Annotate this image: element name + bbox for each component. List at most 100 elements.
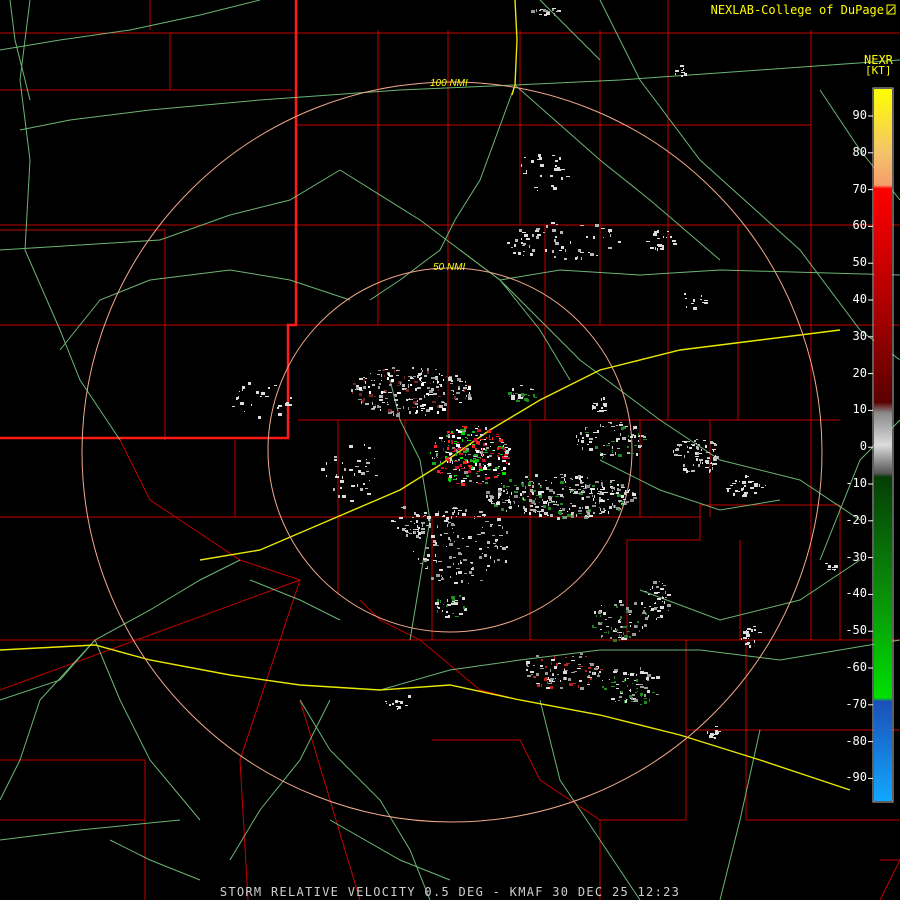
radar-echo-pixel	[248, 382, 251, 385]
radar-echo-pixel	[421, 368, 422, 370]
radar-echo-pixel	[458, 388, 460, 390]
radar-echo-pixel	[552, 8, 556, 9]
radar-echo-pixel	[452, 512, 454, 515]
radar-echo-pixel	[619, 600, 622, 603]
radar-echo-pixel	[492, 524, 493, 525]
radar-echo-pixel	[551, 501, 555, 502]
radar-echo-pixel	[435, 451, 438, 452]
radar-echo-pixel	[453, 394, 454, 395]
radar-echo-pixel	[709, 470, 710, 473]
radar-echo-pixel	[599, 493, 602, 495]
radar-echo-pixel	[545, 672, 548, 675]
radar-echo-pixel	[556, 663, 558, 666]
radar-echo-pixel	[342, 462, 343, 464]
velocity-tick-label: 30	[852, 328, 867, 343]
radar-echo-pixel	[460, 464, 462, 467]
radar-echo-pixel	[436, 574, 440, 577]
radar-echo-pixel	[401, 517, 403, 519]
radar-echo-pixel	[524, 234, 528, 237]
radar-echo-pixel	[551, 185, 554, 187]
radar-echo-pixel	[379, 383, 381, 385]
radar-echo-pixel	[463, 559, 467, 561]
radar-echo-pixel	[458, 552, 461, 555]
radar-echo-pixel	[636, 679, 638, 682]
radar-echo-pixel	[603, 397, 605, 400]
radar-echo-pixel	[672, 240, 676, 242]
radar-echo-pixel	[441, 375, 443, 376]
radar-echo-pixel	[631, 434, 634, 436]
radar-echo-pixel	[358, 470, 361, 473]
radar-echo-pixel	[540, 491, 544, 493]
radar-echo-pixel	[647, 690, 650, 693]
radar-echo-pixel	[611, 682, 615, 683]
radar-echo-pixel	[477, 471, 480, 472]
radar-echo-pixel	[727, 489, 729, 492]
radar-echo-pixel	[578, 439, 579, 442]
radar-echo-pixel	[599, 513, 602, 514]
radar-echo-pixel	[488, 477, 490, 479]
radar-echo-pixel	[453, 557, 456, 558]
radar-echo-pixel	[536, 673, 539, 676]
radar-echo-pixel	[416, 520, 418, 523]
radar-echo-pixel	[459, 613, 463, 615]
radar-echo-pixel	[656, 694, 659, 695]
radar-echo-pixel	[506, 510, 507, 512]
radar-echo-pixel	[553, 504, 557, 505]
radar-echo-pixel	[556, 501, 557, 503]
radar-echo-pixel	[381, 391, 383, 394]
radar-echo-pixel	[612, 490, 613, 492]
radar-echo-pixel	[704, 300, 708, 301]
radar-echo-pixel	[650, 589, 651, 590]
radar-echo-pixel	[629, 636, 631, 638]
radar-echo-pixel	[451, 524, 455, 526]
radar-echo-pixel	[424, 375, 427, 377]
radar-echo-pixel	[437, 411, 439, 414]
radar-echo-pixel	[662, 583, 663, 584]
radar-echo-pixel	[412, 407, 416, 408]
radar-echo-pixel	[479, 463, 481, 466]
radar-echo-pixel	[288, 404, 292, 406]
radar-echo-pixel	[608, 247, 612, 249]
radar-echo-pixel	[614, 604, 617, 606]
radar-echo-pixel	[540, 665, 543, 667]
radar-echo-pixel	[747, 476, 749, 477]
radar-echo-pixel	[581, 486, 584, 487]
radar-echo-pixel	[742, 481, 746, 484]
radar-echo-pixel	[519, 229, 522, 232]
radar-echo-pixel	[396, 706, 398, 707]
radar-echo-pixel	[450, 460, 451, 463]
radar-echo-pixel	[239, 391, 240, 392]
radar-echo-pixel	[421, 383, 424, 386]
radar-echo-pixel	[585, 670, 587, 672]
radar-echo-pixel	[654, 592, 658, 594]
radar-echo-pixel	[594, 495, 595, 498]
radar-echo-pixel	[562, 516, 563, 519]
radar-echo-pixel	[604, 492, 608, 493]
radar-echo-pixel	[640, 667, 641, 670]
radar-echo-pixel	[479, 469, 483, 471]
radar-echo-pixel	[454, 448, 456, 451]
radar-echo-pixel	[410, 521, 412, 522]
radar-echo-pixel	[623, 632, 624, 635]
radar-echo-pixel	[232, 406, 235, 407]
radar-echo-pixel	[608, 443, 610, 444]
radar-echo-pixel	[667, 231, 669, 232]
radar-echo-pixel	[551, 222, 555, 224]
radar-echo-pixel	[832, 567, 835, 568]
radar-echo-pixel	[475, 463, 477, 466]
radar-echo-pixel	[582, 447, 583, 450]
radar-echo-pixel	[384, 375, 385, 377]
radar-echo-pixel	[334, 459, 337, 461]
radar-echo-pixel	[582, 497, 584, 500]
radar-echo-pixel	[500, 546, 502, 547]
radar-map[interactable]: 50 NMI 100 NMI	[0, 0, 900, 900]
radar-echo-pixel	[598, 491, 602, 492]
radar-echo-pixel	[357, 460, 361, 462]
radar-echo-pixel	[580, 483, 583, 484]
radar-echo-pixel	[563, 496, 564, 498]
radar-echo-pixel	[545, 249, 547, 252]
radar-echo-pixel	[526, 664, 528, 666]
radar-echo-pixel	[555, 236, 557, 238]
radar-echo-pixel	[531, 10, 535, 13]
radar-echo-pixel	[394, 399, 398, 401]
